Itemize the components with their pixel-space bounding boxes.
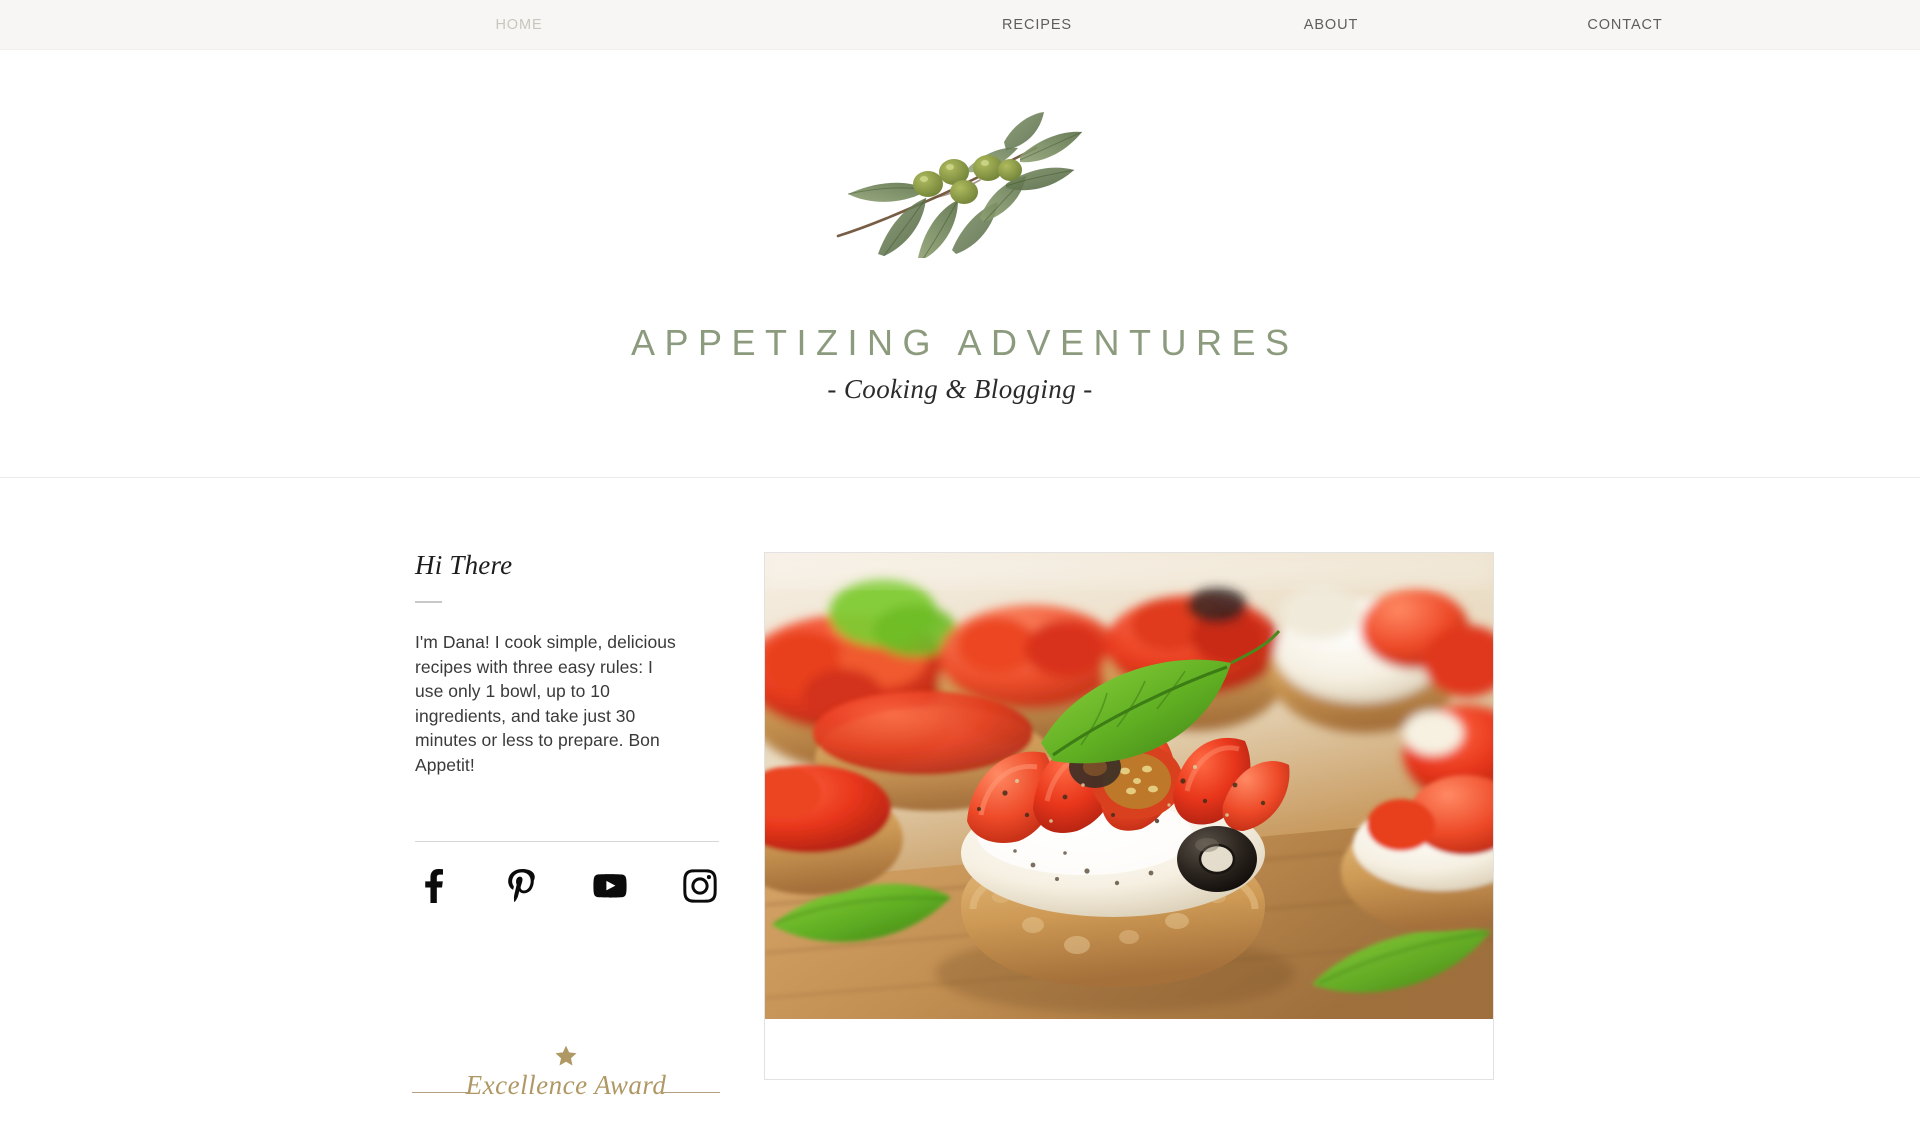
pinterest-icon[interactable] [505, 869, 539, 903]
award-label: Excellence Award [465, 1070, 667, 1100]
nav-list: HOME RECIPES ABOUT CONTACT [0, 0, 1920, 50]
nav-item-contact[interactable]: CONTACT [1106, 0, 1920, 50]
olive-branch-illustration-icon [830, 108, 1090, 258]
excellence-award-badge: Excellence Award [412, 1044, 720, 1134]
intro-body-text: I'm Dana! I cook simple, delicious recip… [415, 632, 676, 775]
intro-heading: Hi There [415, 550, 513, 580]
site-title: APPETIZING ADVENTURES [630, 322, 1299, 363]
site-header-hero: APPETIZING ADVENTURES - Cooking & Bloggi… [0, 50, 1920, 478]
star-icon [554, 1044, 578, 1068]
intro-divider [415, 601, 442, 603]
facebook-icon[interactable] [416, 869, 450, 903]
top-navigation-bar: HOME RECIPES ABOUT CONTACT [0, 0, 1920, 50]
intro-column: Hi There I'm Dana! I cook simple, delici… [412, 550, 720, 1100]
featured-photo-frame [764, 552, 1494, 1080]
social-divider [415, 841, 719, 842]
social-links-row [415, 869, 719, 905]
youtube-icon[interactable] [593, 869, 627, 903]
featured-photo [765, 553, 1493, 1019]
instagram-icon[interactable] [683, 869, 717, 903]
main-content: Hi There I'm Dana! I cook simple, delici… [0, 479, 1920, 1100]
nav-item-label: CONTACT [1587, 17, 1663, 33]
site-tagline: - Cooking & Blogging - [827, 374, 1093, 404]
